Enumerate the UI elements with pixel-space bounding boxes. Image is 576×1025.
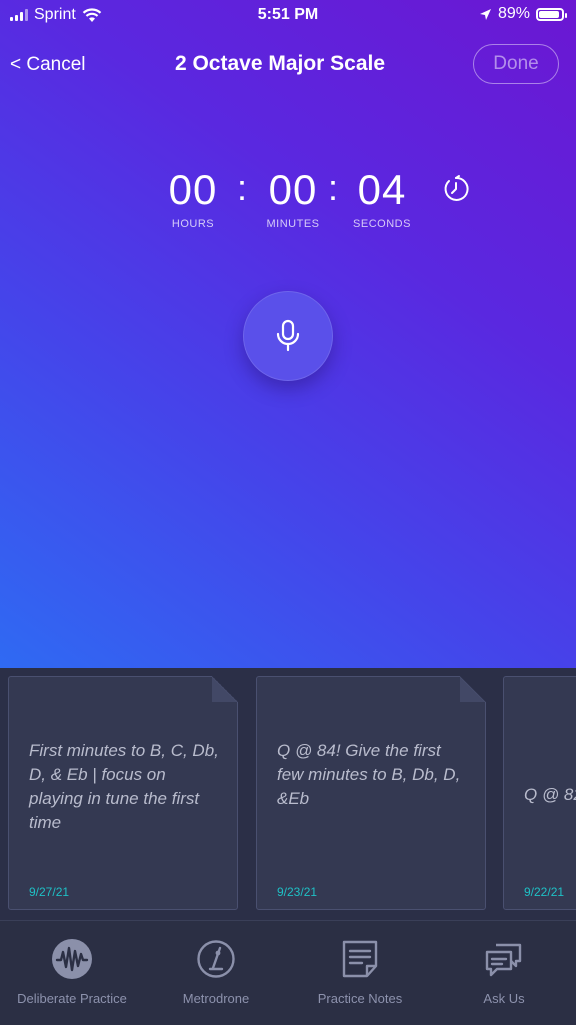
note-text: First minutes to B, C, Db, D, & Eb | foc…	[29, 741, 219, 832]
note-fold-corner	[212, 676, 238, 702]
seconds-label: SECONDS	[353, 218, 411, 230]
note-card[interactable]: Q @ 84! Give the first few minutes to B,…	[256, 676, 486, 910]
tab-label: Metrodrone	[182, 991, 250, 1006]
tab-practice-notes[interactable]: Practice Notes	[288, 921, 432, 1025]
tab-bar: Deliberate Practice Metrodrone Practice …	[0, 920, 576, 1025]
waveform-icon	[52, 939, 92, 979]
practice-notes-carousel[interactable]: First minutes to B, C, Db, D, & Eb | foc…	[0, 668, 576, 920]
timer-seconds: 04 SECONDS	[337, 166, 427, 230]
microphone-icon	[276, 319, 300, 352]
clock-icon[interactable]	[440, 173, 472, 205]
metronome-icon	[197, 940, 235, 978]
tab-label: Deliberate Practice	[17, 991, 127, 1006]
note-card[interactable]: Q @ 82 9/22/21	[503, 676, 576, 910]
record-button[interactable]	[243, 291, 333, 381]
note-date: 9/27/21	[29, 885, 70, 899]
location-arrow-icon	[479, 8, 491, 20]
battery-percent: 89%	[497, 5, 530, 22]
hours-value: 00	[168, 166, 218, 213]
tab-deliberate-practice[interactable]: Deliberate Practice	[0, 921, 144, 1025]
timer-hours: 00 HOURS	[148, 166, 238, 230]
status-right: 89%	[479, 5, 567, 23]
minutes-value: 00	[268, 166, 318, 213]
timer-display: 00 HOURS : 00 MINUTES : 04 SECONDS	[0, 166, 576, 246]
tab-label: Ask Us	[483, 991, 525, 1006]
timer-minutes: 00 MINUTES	[248, 166, 338, 230]
chat-bubbles-icon	[485, 943, 522, 977]
tab-ask-us[interactable]: Ask Us	[432, 921, 576, 1025]
note-text: Q @ 84! Give the first few minutes to B,…	[277, 741, 461, 808]
note-text: Q @ 82	[524, 785, 576, 804]
hours-label: HOURS	[171, 218, 215, 230]
timer-separator: :	[237, 167, 248, 208]
minutes-label: MINUTES	[266, 218, 320, 230]
tab-label: Practice Notes	[317, 991, 403, 1006]
done-button[interactable]: Done	[473, 44, 559, 84]
seconds-value: 04	[357, 166, 407, 213]
battery-icon	[536, 7, 567, 21]
status-bar: Sprint 5:51 PM 89%	[0, 0, 576, 30]
tab-metrodrone[interactable]: Metrodrone	[144, 921, 288, 1025]
note-date: 9/22/21	[524, 885, 565, 899]
note-icon	[342, 940, 378, 978]
note-date: 9/23/21	[277, 885, 318, 899]
battery-fill	[539, 10, 559, 18]
note-card[interactable]: First minutes to B, C, Db, D, & Eb | foc…	[8, 676, 238, 910]
note-fold-corner	[460, 676, 486, 702]
